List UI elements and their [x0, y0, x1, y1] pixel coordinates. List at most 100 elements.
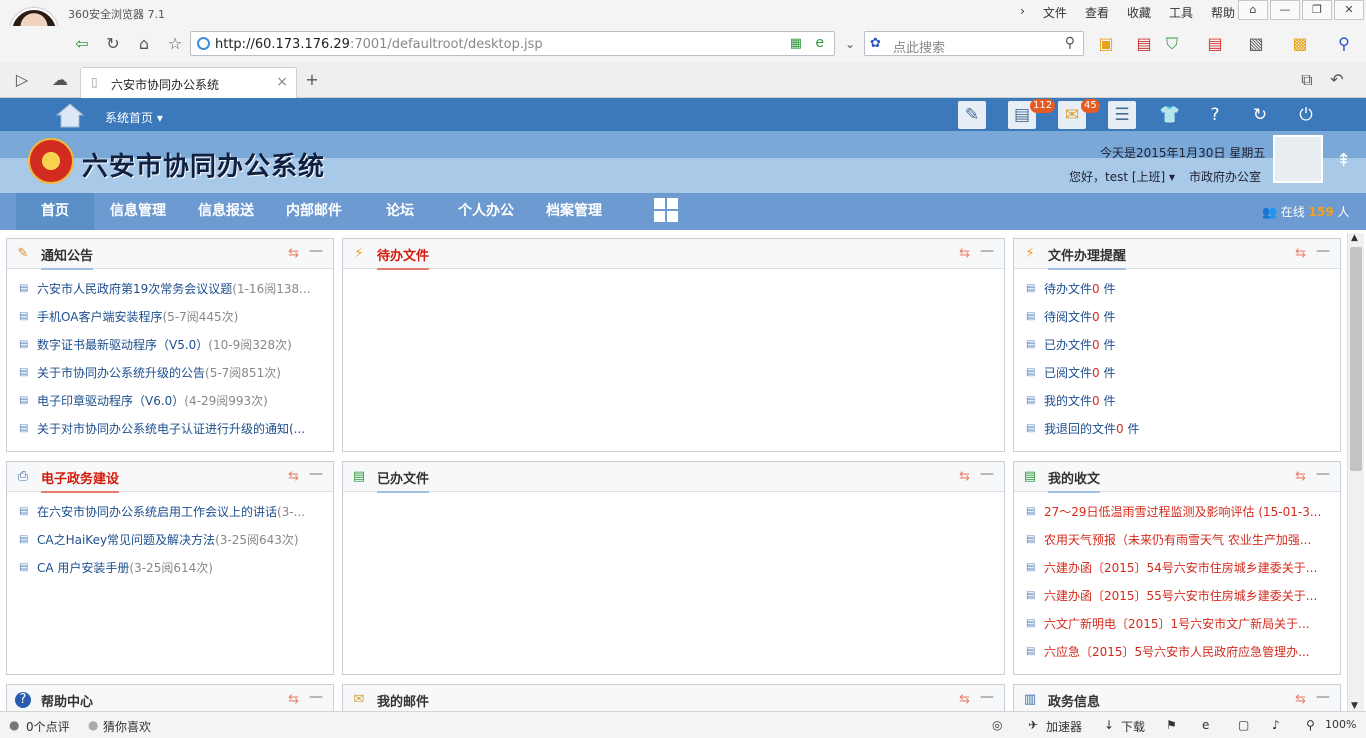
nav-forum[interactable]: 论坛	[358, 193, 442, 230]
menu-favorites[interactable]: 收藏	[1118, 4, 1160, 21]
search-icon[interactable]: ⚲	[1065, 35, 1075, 51]
list-item[interactable]: 关于市协同办公系统升级的公告(5-7阅851次)	[7, 359, 333, 387]
guess-you-like[interactable]: 猜你喜欢	[103, 718, 151, 735]
list-item[interactable]: 27～29日低温雨雪过程监测及影响评估 (15-01-3...	[1014, 498, 1340, 526]
reload-icon[interactable]: ↻	[1246, 101, 1274, 129]
ie-mode-icon[interactable]: e	[1202, 718, 1209, 732]
extensions-icon[interactable]: ▩	[1288, 32, 1312, 56]
scrollbar-thumb[interactable]	[1350, 247, 1362, 471]
minimize-button[interactable]: —	[1270, 0, 1300, 20]
list-item[interactable]: 数字证书最新驱动程序（V5.0）(10-9阅328次)	[7, 331, 333, 359]
nav-internal-mail[interactable]: 内部邮件	[270, 193, 358, 230]
restore-button[interactable]: ❐	[1302, 0, 1332, 20]
apps-icon[interactable]: ▣	[1094, 32, 1118, 56]
home-icon[interactable]: ⌂	[132, 32, 156, 56]
accelerator-button[interactable]: 加速器	[1046, 718, 1082, 735]
zoom-icon[interactable]: ⚲	[1306, 718, 1315, 732]
list-item[interactable]: 已阅文件0 件	[1014, 359, 1340, 387]
translate-icon[interactable]: ⚲	[1332, 32, 1356, 56]
collapse-header-icon[interactable]: ⇞	[1336, 150, 1351, 171]
page-scrollbar[interactable]: ▲ ▼	[1347, 233, 1364, 711]
address-bar[interactable]: http://60.173.176.29:7001/defaultroot/de…	[190, 31, 835, 56]
minimize-panel-icon[interactable]: —	[1316, 689, 1330, 705]
list-item[interactable]: CA之HaiKey常见问题及解决方法(3-25阅643次)	[7, 526, 333, 554]
refresh-panel-icon[interactable]: ⇆	[959, 246, 970, 261]
power-icon[interactable]: ⏻	[1292, 101, 1320, 129]
refresh-icon[interactable]: ↻	[101, 32, 125, 56]
list-item[interactable]: 农用天气预报（未来仍有雨雪天气 农业生产加强...	[1014, 526, 1340, 554]
star-icon[interactable]: ☆	[163, 32, 187, 56]
oa-home-icon[interactable]	[55, 102, 85, 128]
menu-chevron-icon[interactable]: ›	[1011, 4, 1034, 21]
scroll-down-icon[interactable]: ▼	[1351, 701, 1358, 711]
minimize-panel-icon[interactable]: —	[1316, 243, 1330, 259]
calendar-icon[interactable]: ▤	[1132, 32, 1156, 56]
nav-info-management[interactable]: 信息管理	[94, 193, 182, 230]
menu-tools[interactable]: 工具	[1160, 4, 1202, 21]
list-item[interactable]: 待阅文件0 件	[1014, 303, 1340, 331]
list-item[interactable]: 我的文件0 件	[1014, 387, 1340, 415]
minimize-panel-icon[interactable]: —	[309, 243, 323, 259]
close-button[interactable]: ✕	[1334, 0, 1364, 20]
system-home-menu[interactable]: 系统首页 ▾	[105, 109, 163, 126]
nav-home[interactable]: 首页	[16, 193, 94, 230]
menu-file[interactable]: 文件	[1034, 4, 1076, 21]
tab-active[interactable]: ▯ 六安市协同办公系统 ×	[80, 67, 297, 98]
list-item[interactable]: 在六安市协同办公系统启用工作会议上的讲话(3-...	[7, 498, 333, 526]
minimize-panel-icon[interactable]: —	[980, 243, 994, 259]
pdf-icon[interactable]: ▤	[1203, 32, 1227, 56]
speed-icon[interactable]: ◎	[992, 718, 1002, 732]
list-item[interactable]: CA 用户安装手册(3-25阅614次)	[7, 554, 333, 582]
skin-icon[interactable]: ⌂	[1238, 0, 1268, 20]
volume-icon[interactable]: ♪	[1272, 718, 1280, 732]
zoom-level[interactable]: 100%	[1325, 718, 1356, 731]
comments-count[interactable]: 0个点评	[26, 718, 70, 735]
minimize-panel-icon[interactable]: —	[309, 466, 323, 482]
flag-icon[interactable]: ⚑	[1166, 718, 1177, 732]
refresh-panel-icon[interactable]: ⇆	[288, 692, 299, 707]
qrcode-icon[interactable]: ▦	[790, 36, 802, 51]
dropdown-icon[interactable]: ⌄	[838, 32, 862, 56]
list-item[interactable]: 六文广新明电〔2015〕1号六安市文广新局关于...	[1014, 610, 1340, 638]
list-item[interactable]: 手机OA客户端安装程序(5-7阅445次)	[7, 303, 333, 331]
screenshot-icon[interactable]: ▧	[1244, 32, 1268, 56]
new-tab-icon[interactable]: +	[300, 68, 324, 92]
grid-icon[interactable]	[654, 198, 678, 222]
list-item[interactable]: 已办文件0 件	[1014, 331, 1340, 359]
refresh-panel-icon[interactable]: ⇆	[959, 692, 970, 707]
list-item[interactable]: 六建办函〔2015〕54号六安市住房城乡建委关于...	[1014, 554, 1340, 582]
refresh-panel-icon[interactable]: ⇆	[288, 469, 299, 484]
refresh-panel-icon[interactable]: ⇆	[959, 469, 970, 484]
refresh-panel-icon[interactable]: ⇆	[1295, 469, 1306, 484]
user-photo[interactable]	[1273, 135, 1323, 183]
list-item[interactable]: 电子印章驱动程序（V6.0）(4-29阅993次)	[7, 387, 333, 415]
list-item[interactable]: 六应急〔2015〕5号六安市人民政府应急管理办...	[1014, 638, 1340, 666]
window-icon[interactable]: ▢	[1238, 718, 1249, 732]
undo-close-icon[interactable]: ↶	[1325, 68, 1349, 92]
minimize-panel-icon[interactable]: —	[1316, 466, 1330, 482]
refresh-panel-icon[interactable]: ⇆	[288, 246, 299, 261]
skin-shirt-icon[interactable]: 👕	[1156, 101, 1184, 129]
download-button[interactable]: 下载	[1121, 718, 1145, 735]
list-item[interactable]: 我退回的文件0 件	[1014, 415, 1340, 443]
tab-close-icon[interactable]: ×	[276, 74, 288, 90]
list-item[interactable]: 待办文件0 件	[1014, 275, 1340, 303]
back-icon[interactable]: ⇦	[70, 32, 94, 56]
minimize-panel-icon[interactable]: —	[980, 466, 994, 482]
cloud-icon[interactable]: ☁	[48, 68, 72, 92]
online-count[interactable]: 👥 在线 159 人	[1262, 203, 1350, 220]
list-icon[interactable]: ☰	[1108, 101, 1136, 129]
scroll-up-icon[interactable]: ▲	[1351, 233, 1358, 243]
menu-view[interactable]: 查看	[1076, 4, 1118, 21]
list-item[interactable]: 关于对市协同办公系统电子认证进行升级的通知(...	[7, 415, 333, 443]
minimize-panel-icon[interactable]: —	[309, 689, 323, 705]
nav-archives[interactable]: 档案管理	[530, 193, 618, 230]
tab-list-icon[interactable]: ⧉	[1295, 68, 1319, 92]
sidebar-toggle-icon[interactable]: ▷	[10, 68, 34, 92]
shield-icon[interactable]: ⛉	[1160, 32, 1184, 56]
nav-personal-office[interactable]: 个人办公	[442, 193, 530, 230]
nav-info-report[interactable]: 信息报送	[182, 193, 270, 230]
minimize-panel-icon[interactable]: —	[980, 689, 994, 705]
compat-mode-icon[interactable]: e	[815, 35, 824, 51]
list-item[interactable]: 六安市人民政府第19次常务会议议题(1-16阅138...	[7, 275, 333, 303]
